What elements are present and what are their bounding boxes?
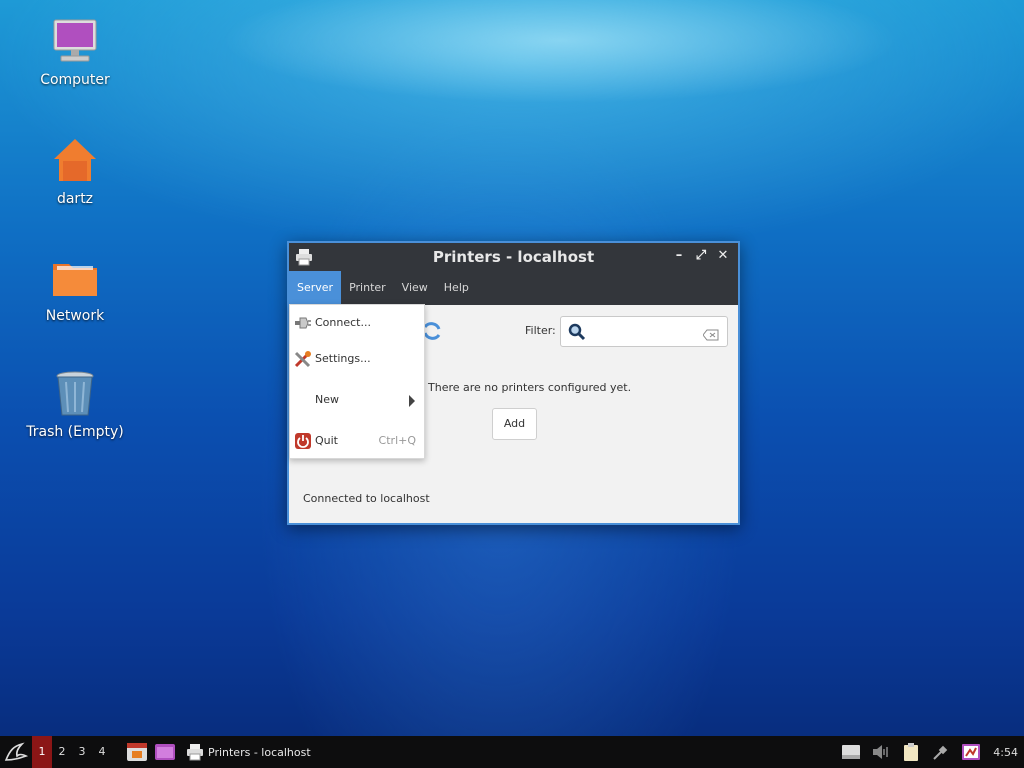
desktop-icon-label: Trash (Empty) xyxy=(26,424,124,440)
menu-view[interactable]: View xyxy=(394,271,436,305)
desktop-icon-network[interactable]: Network xyxy=(15,254,135,324)
power-icon xyxy=(294,432,312,450)
menu-printer[interactable]: Printer xyxy=(341,271,394,305)
printer-icon xyxy=(295,248,313,266)
workspace-3[interactable]: 3 xyxy=(72,736,92,768)
home-folder-icon xyxy=(51,137,99,185)
minimize-button[interactable]: – xyxy=(670,247,688,265)
computer-icon xyxy=(51,18,99,66)
clipboard-icon[interactable] xyxy=(901,742,921,762)
workspace-4[interactable]: 4 xyxy=(92,736,112,768)
filter-input[interactable] xyxy=(560,316,728,347)
desktop-icon-label: dartz xyxy=(56,191,94,207)
menu-item-settings[interactable]: Settings... xyxy=(290,346,424,372)
update-notifier-icon[interactable] xyxy=(961,742,981,762)
clear-icon[interactable] xyxy=(702,326,719,341)
plug-icon xyxy=(294,314,312,332)
window-titlebar[interactable]: Printers - localhost – ⤢ ✕ xyxy=(289,243,738,271)
network-plug-icon[interactable] xyxy=(931,742,951,762)
empty-message: There are no printers configured yet. xyxy=(428,381,632,394)
workspace-2[interactable]: 2 xyxy=(52,736,72,768)
system-tray: 4:54 xyxy=(841,736,1024,768)
desktop-icon-label: Network xyxy=(45,308,105,324)
desktop-icon-trash[interactable]: Trash (Empty) xyxy=(15,370,135,440)
desktop-icon-label: Computer xyxy=(40,72,110,88)
menu-help[interactable]: Help xyxy=(436,271,477,305)
trash-icon xyxy=(51,370,99,418)
maximize-button[interactable]: ⤢ xyxy=(692,247,710,265)
menu-item-label: Settings... xyxy=(315,352,371,365)
server-menu-dropdown: Connect... Settings... New Quit Ctrl+Q xyxy=(289,304,425,459)
menu-item-label: Connect... xyxy=(315,316,371,329)
start-menu-icon[interactable] xyxy=(0,736,32,768)
refresh-icon[interactable] xyxy=(423,319,441,343)
close-button[interactable]: ✕ xyxy=(714,247,732,265)
volume-icon[interactable] xyxy=(871,742,891,762)
clock[interactable]: 4:54 xyxy=(993,746,1018,759)
drive-icon[interactable] xyxy=(841,742,861,762)
add-printer-button[interactable]: Add xyxy=(492,408,537,440)
menu-item-shortcut: Ctrl+Q xyxy=(378,434,416,447)
menu-item-quit[interactable]: Quit Ctrl+Q xyxy=(290,428,424,454)
printer-icon xyxy=(186,743,204,761)
filter-label: Filter: xyxy=(525,324,556,337)
task-label: Printers - localhost xyxy=(208,745,311,759)
file-manager-launcher-icon[interactable] xyxy=(126,741,148,763)
tools-icon xyxy=(294,350,312,368)
menubar: Server Printer View Help xyxy=(289,271,738,305)
search-icon xyxy=(568,323,586,341)
taskbar: 1 2 3 4 Printers - localhost 4:54 xyxy=(0,736,1024,768)
terminal-launcher-icon[interactable] xyxy=(154,741,176,763)
desktop-icon-home[interactable]: dartz xyxy=(15,137,135,207)
menu-server[interactable]: Server xyxy=(289,271,342,305)
desktop-icon-computer[interactable]: Computer xyxy=(15,18,135,88)
network-folder-icon xyxy=(51,254,99,302)
menu-item-label: Quit xyxy=(315,434,338,447)
menu-item-new[interactable]: New xyxy=(290,387,424,413)
workspace-1[interactable]: 1 xyxy=(32,736,52,768)
taskbar-task-printers[interactable]: Printers - localhost xyxy=(186,736,311,768)
menu-item-label: New xyxy=(315,393,339,406)
status-text: Connected to localhost xyxy=(303,492,430,505)
submenu-arrow-icon xyxy=(409,395,415,407)
menu-item-connect[interactable]: Connect... xyxy=(290,310,424,336)
